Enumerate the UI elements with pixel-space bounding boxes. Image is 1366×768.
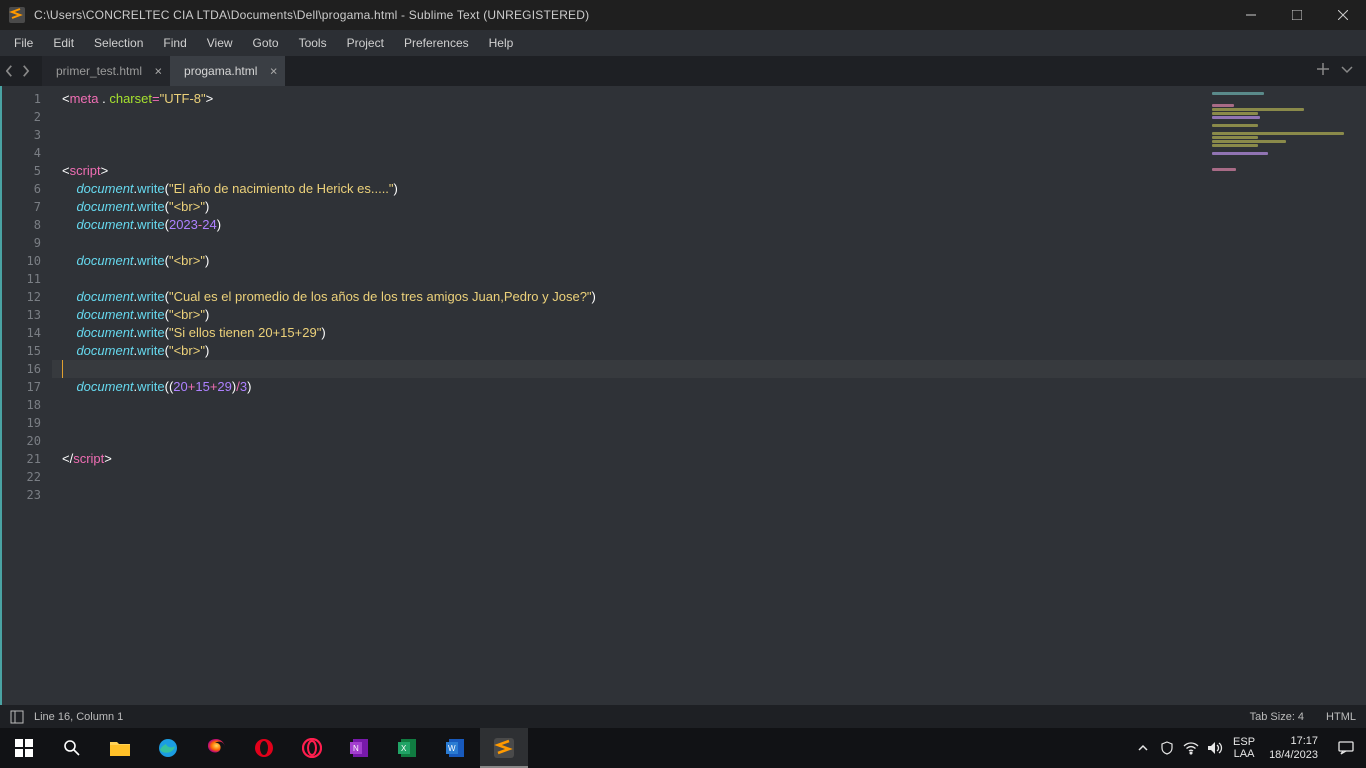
- svg-text:W: W: [448, 744, 456, 753]
- taskbar-onenote-icon[interactable]: N: [336, 728, 384, 768]
- tab-primer-test[interactable]: primer_test.html ×: [42, 56, 170, 86]
- start-button[interactable]: [0, 728, 48, 768]
- menu-help[interactable]: Help: [479, 32, 524, 54]
- taskbar-word-icon[interactable]: W: [432, 728, 480, 768]
- menu-project[interactable]: Project: [337, 32, 394, 54]
- tab-bar: primer_test.html × progama.html ×: [0, 56, 1366, 86]
- taskbar-firefox-icon[interactable]: [192, 728, 240, 768]
- svg-text:N: N: [353, 744, 359, 753]
- status-tab-size[interactable]: Tab Size: 4: [1250, 711, 1304, 723]
- menu-preferences[interactable]: Preferences: [394, 32, 479, 54]
- window-minimize-button[interactable]: [1228, 0, 1274, 30]
- active-line-highlight: [52, 360, 1366, 378]
- window-title: C:\Users\CONCRELTEC CIA LTDA\Documents\D…: [32, 8, 1228, 22]
- text-cursor: [62, 360, 63, 378]
- menu-file[interactable]: File: [4, 32, 43, 54]
- tab-progama[interactable]: progama.html ×: [170, 56, 285, 86]
- search-button[interactable]: [48, 728, 96, 768]
- tab-close-icon[interactable]: ×: [270, 64, 278, 79]
- menu-goto[interactable]: Goto: [243, 32, 289, 54]
- tab-label: progama.html: [184, 64, 257, 78]
- tray-date: 18/4/2023: [1269, 748, 1318, 762]
- menu-edit[interactable]: Edit: [43, 32, 84, 54]
- system-tray: ESP LAA 17:17 18/4/2023: [1131, 728, 1366, 768]
- tray-action-center-icon[interactable]: [1326, 728, 1366, 768]
- taskbar-sublime-icon[interactable]: [480, 728, 528, 768]
- tray-clock[interactable]: 17:17 18/4/2023: [1261, 734, 1326, 762]
- tab-close-icon[interactable]: ×: [154, 64, 162, 79]
- tray-wifi-icon[interactable]: [1179, 728, 1203, 768]
- tray-security-icon[interactable]: [1155, 728, 1179, 768]
- line-number-gutter: 12345 678910 1112131415 1617181920 21222…: [0, 86, 52, 705]
- menu-selection[interactable]: Selection: [84, 32, 153, 54]
- taskbar-opera-icon[interactable]: [240, 728, 288, 768]
- windows-taskbar: N X W ESP LAA 17:17 18/4/2023: [0, 728, 1366, 768]
- tray-overflow-icon[interactable]: [1131, 728, 1155, 768]
- tray-keyboard-layout[interactable]: ESP: [1233, 736, 1255, 748]
- menubar: File Edit Selection Find View Goto Tools…: [0, 30, 1366, 56]
- tab-label: primer_test.html: [56, 64, 142, 78]
- sublime-logo-icon: [6, 4, 28, 26]
- code-editor[interactable]: 12345 678910 1112131415 1617181920 21222…: [0, 86, 1366, 705]
- svg-text:X: X: [401, 744, 407, 753]
- tray-volume-icon[interactable]: [1203, 728, 1227, 768]
- code-line: <meta . charset="UTF-8">: [62, 90, 1366, 108]
- window-maximize-button[interactable]: [1274, 0, 1320, 30]
- statusbar: Line 16, Column 1 Tab Size: 4 HTML: [0, 705, 1366, 728]
- titlebar: C:\Users\CONCRELTEC CIA LTDA\Documents\D…: [0, 0, 1366, 30]
- tray-keyboard-sublayout[interactable]: LAA: [1233, 748, 1255, 760]
- tray-time: 17:17: [1269, 734, 1318, 748]
- taskbar-explorer-icon[interactable]: [96, 728, 144, 768]
- taskbar-operagx-icon[interactable]: [288, 728, 336, 768]
- panel-switcher-icon[interactable]: [10, 710, 24, 724]
- minimap[interactable]: [1212, 92, 1362, 162]
- tab-history-nav[interactable]: [0, 56, 42, 86]
- new-tab-button[interactable]: [1316, 62, 1330, 81]
- taskbar-excel-icon[interactable]: X: [384, 728, 432, 768]
- window-close-button[interactable]: [1320, 0, 1366, 30]
- status-cursor-position[interactable]: Line 16, Column 1: [34, 711, 123, 723]
- tab-dropdown-button[interactable]: [1340, 62, 1354, 81]
- menu-find[interactable]: Find: [153, 32, 196, 54]
- taskbar-edge-icon[interactable]: [144, 728, 192, 768]
- menu-tools[interactable]: Tools: [289, 32, 337, 54]
- menu-view[interactable]: View: [197, 32, 243, 54]
- status-syntax[interactable]: HTML: [1326, 711, 1356, 723]
- code-area[interactable]: <meta . charset="UTF-8"> <script> docume…: [52, 86, 1366, 705]
